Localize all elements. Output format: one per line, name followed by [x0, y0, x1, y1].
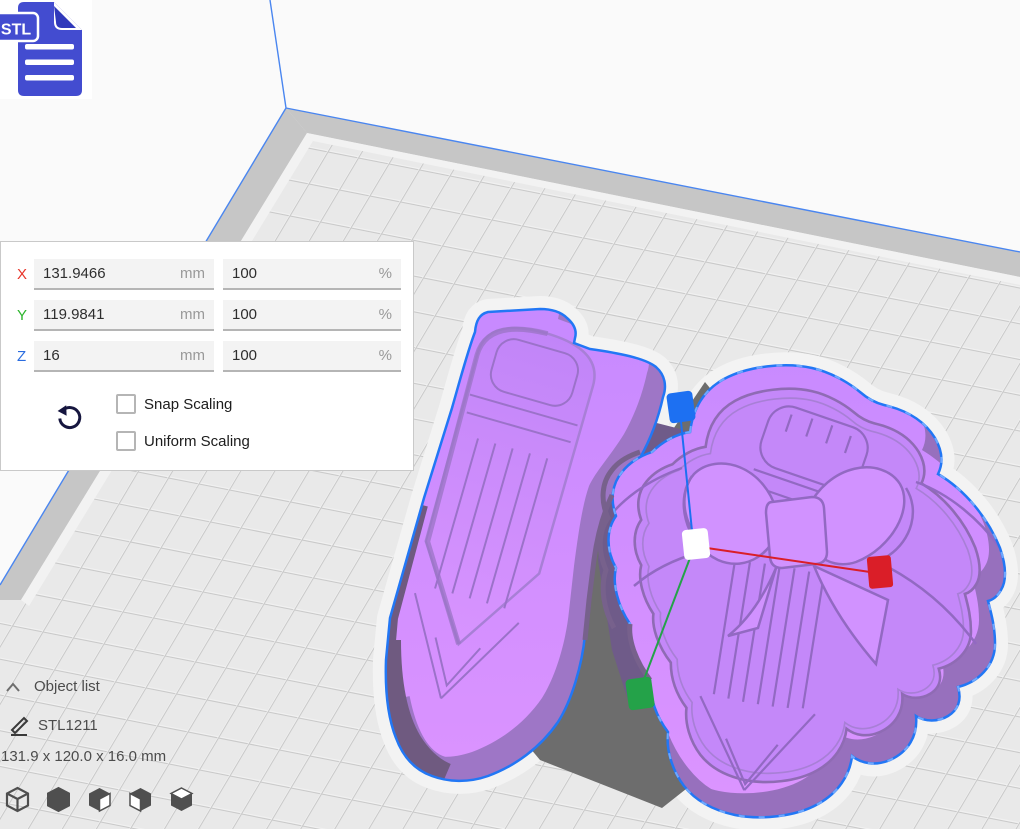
view-left-icon[interactable]: [127, 786, 154, 813]
model-name-label[interactable]: STL1211: [38, 717, 98, 734]
view-3d-icon[interactable]: [4, 786, 31, 813]
scale-z-percent-value: 100: [232, 347, 257, 364]
object-list-label[interactable]: Object list: [34, 678, 100, 695]
gizmo-x-handle[interactable]: [867, 555, 894, 589]
scale-y-percent-field[interactable]: 100 %: [223, 300, 401, 331]
axis-label-x: X: [17, 266, 33, 283]
scale-x-percent-value: 100: [232, 265, 257, 282]
camera-view-presets: [4, 786, 195, 813]
gizmo-y-handle[interactable]: [625, 676, 655, 710]
gizmo-center-handle[interactable]: [682, 528, 711, 561]
model-dimensions-label: 131.9 x 120.0 x 16.0 mm: [1, 748, 166, 765]
scale-z-mm-unit: mm: [180, 347, 205, 364]
uniform-scaling-checkbox[interactable]: [116, 431, 136, 451]
scale-x-percent-field[interactable]: 100 %: [223, 259, 401, 290]
scale-x-mm-unit: mm: [180, 265, 205, 282]
stl-badge-text: STL: [1, 22, 31, 39]
scale-tool-panel: X Y Z 131.9466 mm 100 % 119.9841 mm 100 …: [0, 241, 414, 471]
edit-pencil-icon: [8, 714, 32, 738]
collapse-chevron-icon[interactable]: [5, 680, 23, 694]
scale-z-mm-value: 16: [43, 347, 60, 364]
scale-z-percent-field[interactable]: 100 %: [223, 341, 401, 372]
scale-x-mm-field[interactable]: 131.9466 mm: [34, 259, 214, 290]
scale-y-mm-field[interactable]: 119.9841 mm: [34, 300, 214, 331]
scale-z-mm-field[interactable]: 16 mm: [34, 341, 214, 372]
snap-scaling-label: Snap Scaling: [144, 396, 232, 413]
scale-x-percent-unit: %: [379, 265, 392, 282]
view-top-icon[interactable]: [86, 786, 113, 813]
snap-scaling-checkbox[interactable]: [116, 394, 136, 414]
reset-scale-button[interactable]: [53, 404, 83, 436]
scale-y-mm-unit: mm: [180, 306, 205, 323]
scale-y-mm-value: 119.9841: [43, 306, 104, 323]
stl-file-icon[interactable]: STL: [0, 0, 92, 99]
axis-label-y: Y: [17, 307, 33, 324]
view-right-icon[interactable]: [168, 786, 195, 813]
scale-x-mm-value: 131.9466: [43, 265, 106, 282]
axis-label-z: Z: [17, 348, 33, 365]
scale-y-percent-unit: %: [379, 306, 392, 323]
stl-document-fold-flap: [54, 6, 76, 28]
scale-y-percent-value: 100: [232, 306, 257, 323]
gizmo-z-handle[interactable]: [666, 390, 696, 423]
uniform-scaling-label: Uniform Scaling: [144, 433, 250, 450]
view-front-icon[interactable]: [45, 786, 72, 813]
scale-z-percent-unit: %: [379, 347, 392, 364]
